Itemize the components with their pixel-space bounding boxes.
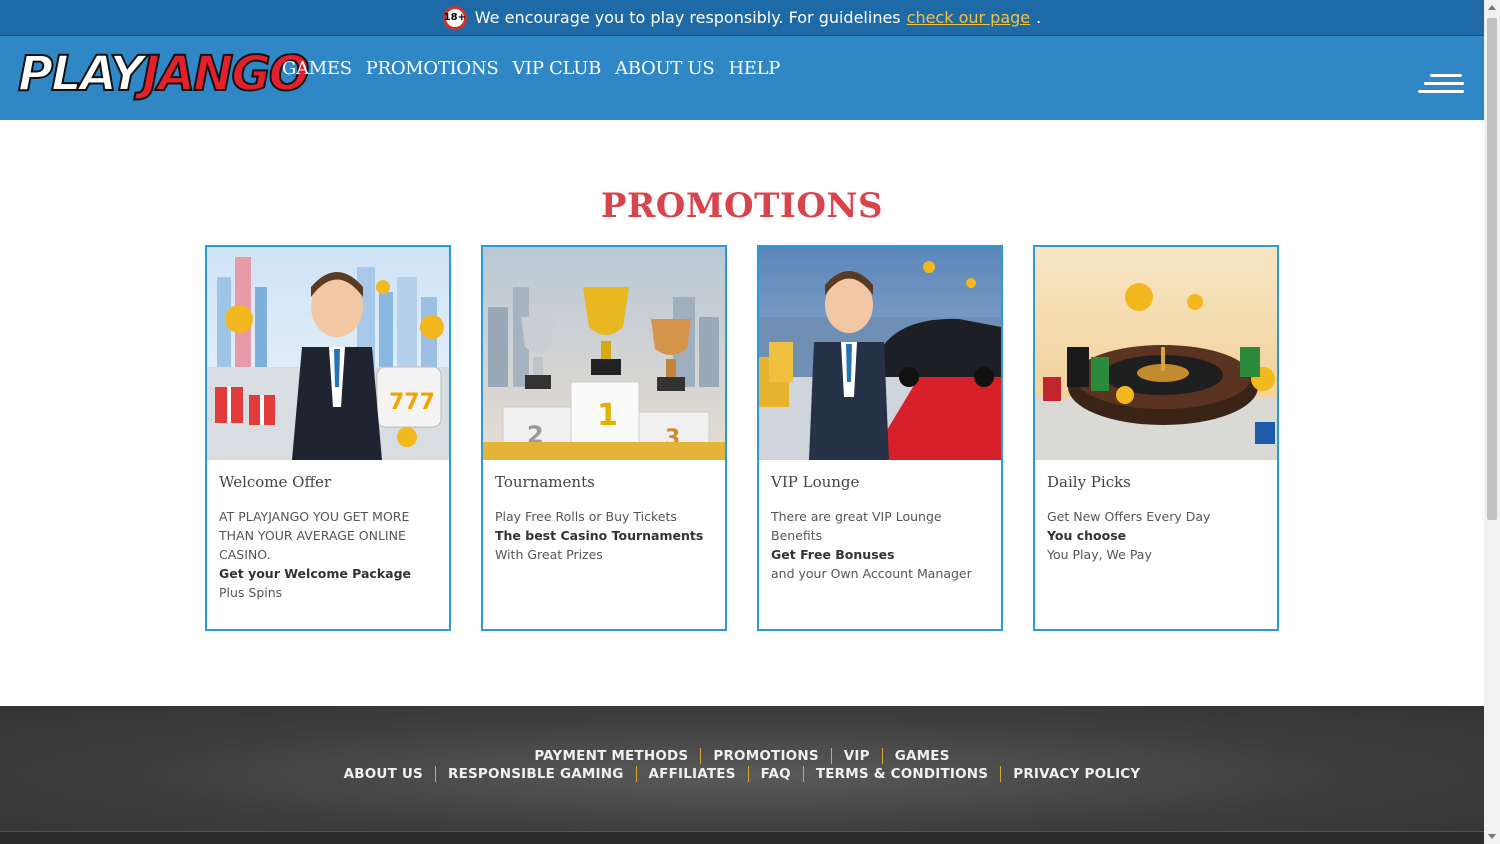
footer-links-row-1: PAYMENT METHODS PROMOTIONS VIP GAMES [0,748,1484,764]
promo-card-daily-picks[interactable]: Daily Picks Get New Offers Every Day You… [1033,245,1279,631]
businessman-with-gifts-image: 777 [207,247,449,460]
businessman-limousine-image [759,247,1001,460]
footer-link-payment-methods[interactable]: PAYMENT METHODS [522,748,700,764]
card-line: Get New Offers Every Day [1047,509,1211,524]
footer-link-responsible-gaming[interactable]: RESPONSIBLE GAMING [434,766,636,782]
nav-vip-club[interactable]: VIP CLUB [512,58,601,79]
card-line: Plus Spins [219,585,283,600]
playjango-logo[interactable]: PLAYJANGO [17,45,311,103]
card-line: You Play, We Pay [1047,547,1152,562]
footer-link-faq[interactable]: FAQ [747,766,803,782]
scroll-down-icon[interactable] [1488,834,1496,839]
card-line: With Great Prizes [495,547,603,562]
svg-text:1: 1 [597,398,618,433]
footer-link-games[interactable]: GAMES [881,748,962,764]
main-nav: GAMES PROMOTIONS VIP CLUB ABOUT US HELP [282,58,780,79]
footer-link-promotions[interactable]: PROMOTIONS [700,748,830,764]
card-line-bold: You choose [1047,528,1127,543]
age-18-icon: 18+ [442,5,467,30]
card-line: AT PLAYJANGO YOU GET MORE THAN YOUR AVER… [219,509,410,562]
card-line-bold: Get Free Bonuses [771,547,895,562]
guidelines-link[interactable]: check our page [907,8,1030,27]
logo-play-text: PLAY [17,45,145,103]
nav-promotions[interactable]: PROMOTIONS [366,58,499,79]
footer-link-terms[interactable]: TERMS & CONDITIONS [802,766,1000,782]
scroll-up-icon[interactable] [1488,5,1496,10]
card-description: Get New Offers Every Day You choose You … [1047,507,1269,564]
main-header: PLAYJANGO GAMES PROMOTIONS VIP CLUB ABOU… [0,36,1484,120]
card-title: Tournaments [495,473,595,491]
card-title: Welcome Offer [219,473,332,491]
responsible-gaming-bar: 18+ We encourage you to play responsibly… [0,0,1484,36]
site-footer: PAYMENT METHODS PROMOTIONS VIP GAMES ABO… [0,706,1484,844]
message-period: . [1036,8,1042,27]
card-title: Daily Picks [1047,473,1131,491]
promotions-grid: 777 Welcome Offer AT PLAYJANGO YOU GET M… [205,245,1279,631]
footer-link-vip[interactable]: VIP [830,748,882,764]
card-line-bold: The best Casino Tournaments [495,528,704,543]
page-scrollbar[interactable] [1484,0,1500,844]
card-description: AT PLAYJANGO YOU GET MORE THAN YOUR AVER… [219,507,441,602]
nav-about-us[interactable]: ABOUT US [615,58,715,79]
footer-link-affiliates[interactable]: AFFILIATES [635,766,748,782]
responsible-gaming-message: We encourage you to play responsibly. Fo… [474,8,901,27]
nav-games[interactable]: GAMES [282,58,352,79]
svg-text:777: 777 [389,390,435,415]
footer-link-privacy-policy[interactable]: PRIVACY POLICY [1000,766,1152,782]
card-title: VIP Lounge [771,473,860,491]
card-description: There are great VIP Lounge Benefits Get … [771,507,993,583]
hamburger-icon[interactable] [1418,74,1464,96]
card-line-bold: Get your Welcome Package [219,566,412,581]
footer-bottom-strip [0,831,1484,844]
page-title: PROMOTIONS [600,186,884,226]
nav-help[interactable]: HELP [728,58,780,79]
promo-card-vip-lounge[interactable]: VIP Lounge There are great VIP Lounge Be… [757,245,1003,631]
card-description: Play Free Rolls or Buy Tickets The best … [495,507,717,564]
hamburger-line [1430,74,1462,77]
card-line: and your Own Account Manager [771,566,972,581]
card-line: There are great VIP Lounge Benefits [771,509,942,543]
footer-links-row-2: ABOUT US RESPONSIBLE GAMING AFFILIATES F… [0,766,1484,782]
roulette-wheel-image [1035,247,1277,460]
promo-card-welcome-offer[interactable]: 777 Welcome Offer AT PLAYJANGO YOU GET M… [205,245,451,631]
footer-link-about-us[interactable]: ABOUT US [332,766,435,782]
promo-card-tournaments[interactable]: 2 1 3 Tournaments Play Free Rolls or Buy… [481,245,727,631]
card-line: Play Free Rolls or Buy Tickets [495,509,677,524]
scrollbar-thumb[interactable] [1487,18,1497,520]
hamburger-line [1424,82,1464,85]
trophies-podium-image: 2 1 3 [483,247,725,460]
hamburger-line [1418,90,1464,93]
